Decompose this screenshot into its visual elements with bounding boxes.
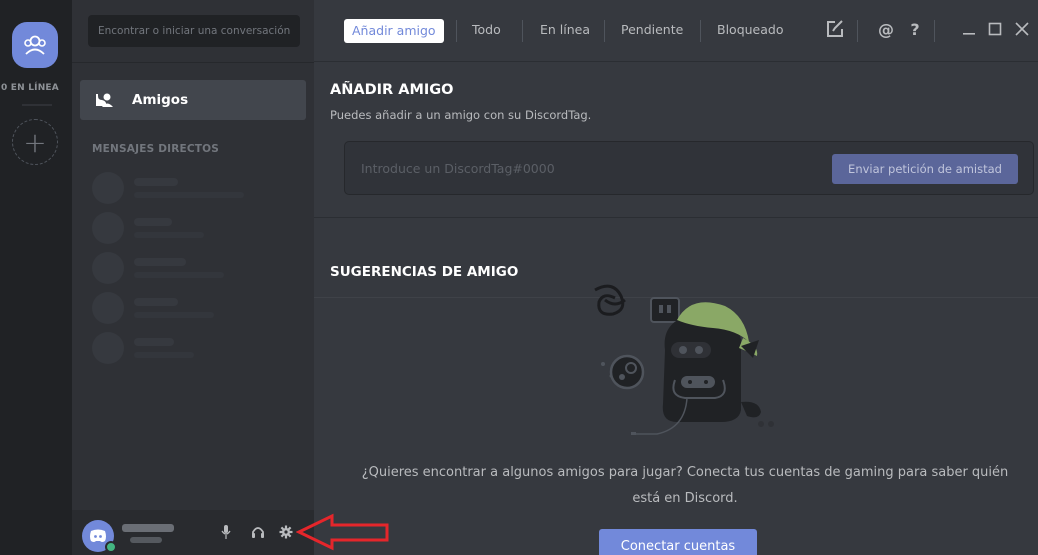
microphone-button[interactable] <box>218 524 234 540</box>
close-icon[interactable] <box>1011 18 1033 40</box>
add-friend-section: AÑADIR AMIGO Puedes añadir a un amigo co… <box>314 62 1038 218</box>
add-friend-description: Puedes añadir a un amigo con su DiscordT… <box>330 108 592 122</box>
direct-messages-column: Encontrar o iniciar una conversación Ami… <box>72 0 314 555</box>
discordtag-input-box[interactable]: Introduce un DiscordTag#0000 Enviar peti… <box>344 141 1034 195</box>
discord-logo-icon <box>90 529 106 542</box>
tab-blocked[interactable]: Bloqueado <box>717 22 784 37</box>
online-count-label: 0 EN LÍNEA <box>1 83 59 93</box>
usertag-redacted <box>130 537 162 543</box>
dm-placeholder <box>92 212 292 246</box>
friends-nav-item[interactable]: Amigos <box>80 80 306 120</box>
new-group-dm-button[interactable] <box>824 18 846 40</box>
user-panel <box>72 510 314 555</box>
friends-topbar: Añadir amigo Todo En línea Pendiente Blo… <box>314 0 1038 62</box>
search-input[interactable]: Encontrar o iniciar una conversación <box>88 15 300 47</box>
plus-icon: + <box>23 125 47 159</box>
dm-placeholder <box>92 292 292 326</box>
column-divider <box>72 62 314 63</box>
tab-divider <box>522 20 523 42</box>
tab-online[interactable]: En línea <box>540 22 590 37</box>
suggestions-description: ¿Quieres encontrar a algunos amigos para… <box>361 465 1009 506</box>
friends-icon <box>96 93 113 107</box>
headphones-button[interactable] <box>250 524 266 540</box>
user-settings-button[interactable] <box>278 524 294 540</box>
headphones-icon <box>252 527 264 538</box>
dm-header: MENSAJES DIRECTOS <box>92 143 220 155</box>
gear-icon <box>279 525 293 539</box>
tab-divider <box>700 20 701 42</box>
friends-label: Amigos <box>132 92 189 108</box>
friend-suggestions-title: SUGERENCIAS DE AMIGO <box>330 264 519 280</box>
add-friend-title: AÑADIR AMIGO <box>330 82 454 98</box>
toolbar-divider <box>857 20 858 42</box>
microphone-icon <box>221 525 231 539</box>
dm-placeholder <box>92 252 292 286</box>
toolbar-divider <box>934 20 935 42</box>
tab-divider <box>456 20 457 42</box>
server-rail: 0 EN LÍNEA + <box>0 0 72 555</box>
connect-accounts-button[interactable]: Conectar cuentas <box>599 529 757 555</box>
online-status-dot <box>105 541 117 553</box>
tab-add-friend[interactable]: Añadir amigo <box>344 19 444 43</box>
friends-home-icon <box>24 35 46 55</box>
maximize-icon[interactable] <box>984 18 1006 40</box>
minimize-icon[interactable] <box>958 18 980 40</box>
add-server-button[interactable]: + <box>12 119 58 165</box>
wumpus-gaming-illustration <box>594 284 774 435</box>
username-redacted <box>122 524 174 532</box>
dm-placeholder <box>92 332 292 366</box>
discordtag-input[interactable]: Introduce un DiscordTag#0000 <box>361 161 555 176</box>
tab-pending[interactable]: Pendiente <box>621 22 683 37</box>
tab-divider <box>604 20 605 42</box>
red-annotation-arrow <box>296 513 389 551</box>
send-friend-request-button[interactable]: Enviar petición de amistad <box>832 154 1018 184</box>
help-icon[interactable]: ? <box>904 18 926 40</box>
new-group-dm-icon <box>827 20 843 37</box>
tab-all[interactable]: Todo <box>472 22 501 37</box>
friends-home-button[interactable] <box>12 22 58 68</box>
mention-icon[interactable]: @ <box>875 18 897 40</box>
dm-placeholder <box>92 172 292 206</box>
rail-divider <box>22 104 52 106</box>
